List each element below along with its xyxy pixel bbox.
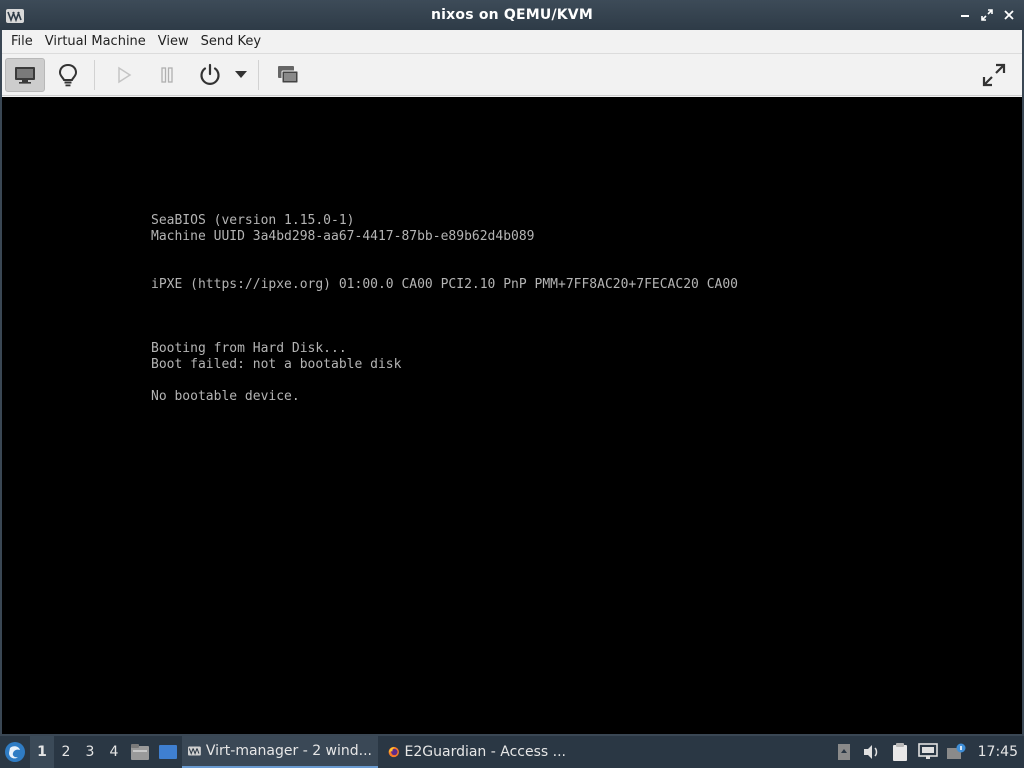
network-button[interactable] <box>914 736 942 768</box>
menu-file[interactable]: File <box>5 30 39 54</box>
file-manager-icon <box>131 744 149 760</box>
vm-console-display[interactable]: SeaBIOS (version 1.15.0-1) Machine UUID … <box>2 97 1022 734</box>
task-virt-manager[interactable]: Virt-manager - 2 wind... <box>182 736 378 768</box>
task-virt-manager-label: Virt-manager - 2 wind... <box>205 743 372 759</box>
show-desktop-button[interactable] <box>154 736 182 768</box>
console-view-icon <box>15 66 35 84</box>
virt-manager-icon <box>6 8 24 23</box>
dropdown-arrow-icon <box>235 70 247 78</box>
close-icon[interactable] <box>1000 6 1018 24</box>
console-line-boot-failed: Boot failed: not a bootable disk <box>151 357 402 372</box>
task-firefox-label: E2Guardian - Access ... <box>404 744 566 760</box>
snapshots-icon <box>278 65 299 83</box>
tray-expand-button[interactable] <box>830 736 858 768</box>
task-firefox[interactable]: E2Guardian - Access ... <box>382 736 572 768</box>
firefox-icon <box>388 746 399 758</box>
workspace-4[interactable]: 4 <box>102 736 126 768</box>
menubar: File Virtual Machine View Send Key <box>2 30 1022 54</box>
toolbar <box>2 54 1022 96</box>
window-titlebar[interactable]: nixos on QEMU/KVM <box>0 0 1024 30</box>
console-line-machine-uuid: Machine UUID 3a4bd298-aa67-4417-87bb-e89… <box>151 229 535 244</box>
toolbar-separator <box>94 59 95 90</box>
update-notifier-button[interactable] <box>942 736 970 768</box>
power-icon <box>200 63 220 85</box>
details-button[interactable] <box>48 58 88 92</box>
lxqt-logo-icon <box>5 742 25 762</box>
workspace-3[interactable]: 3 <box>78 736 102 768</box>
pause-button[interactable] <box>147 58 187 92</box>
clock[interactable]: 17:45 <box>970 744 1024 760</box>
monitor-info-icon <box>946 743 966 759</box>
run-icon <box>118 66 132 83</box>
shutdown-button[interactable] <box>190 58 230 92</box>
toolbar-separator <box>258 59 259 90</box>
restore-icon[interactable] <box>978 6 996 24</box>
console-line-booting: Booting from Hard Disk... <box>151 341 347 356</box>
clipboard-icon <box>892 743 907 761</box>
taskbar: 1 2 3 4 Virt-manager - 2 wind... E2Guard… <box>0 736 1024 768</box>
desktop-icon <box>159 745 177 759</box>
menu-virtual-machine[interactable]: Virtual Machine <box>39 30 152 54</box>
minimize-icon[interactable] <box>956 6 974 24</box>
pause-icon <box>161 66 173 83</box>
network-icon <box>917 743 938 759</box>
run-button[interactable] <box>104 58 144 92</box>
details-bulb-icon <box>58 63 78 86</box>
system-tray: 17:45 <box>830 736 1024 768</box>
window-title: nixos on QEMU/KVM <box>431 7 593 23</box>
console-view-button[interactable] <box>5 57 45 92</box>
menu-send-key[interactable]: Send Key <box>195 30 267 54</box>
volume-icon <box>863 745 877 759</box>
virt-manager-icon <box>188 746 201 756</box>
shutdown-menu-button[interactable] <box>230 58 252 92</box>
volume-button[interactable] <box>858 736 886 768</box>
console-line-no-device: No bootable device. <box>151 389 300 404</box>
file-manager-launcher[interactable] <box>126 736 154 768</box>
vm-window: File Virtual Machine View Send Key SeaBI… <box>0 30 1024 736</box>
fullscreen-icon <box>982 63 1006 87</box>
console-line-ipxe: iPXE (https://ipxe.org) 01:00.0 CA00 PCI… <box>151 277 738 292</box>
workspace-2[interactable]: 2 <box>54 736 78 768</box>
fullscreen-button[interactable] <box>974 58 1014 92</box>
snapshots-button[interactable] <box>268 58 308 92</box>
workspace-1[interactable]: 1 <box>30 736 54 768</box>
console-line-bios-version: SeaBIOS (version 1.15.0-1) <box>151 213 355 228</box>
menu-view[interactable]: View <box>152 30 195 54</box>
arrow-up-icon <box>837 744 850 760</box>
clipboard-button[interactable] <box>886 736 914 768</box>
start-menu-button[interactable] <box>0 736 30 768</box>
